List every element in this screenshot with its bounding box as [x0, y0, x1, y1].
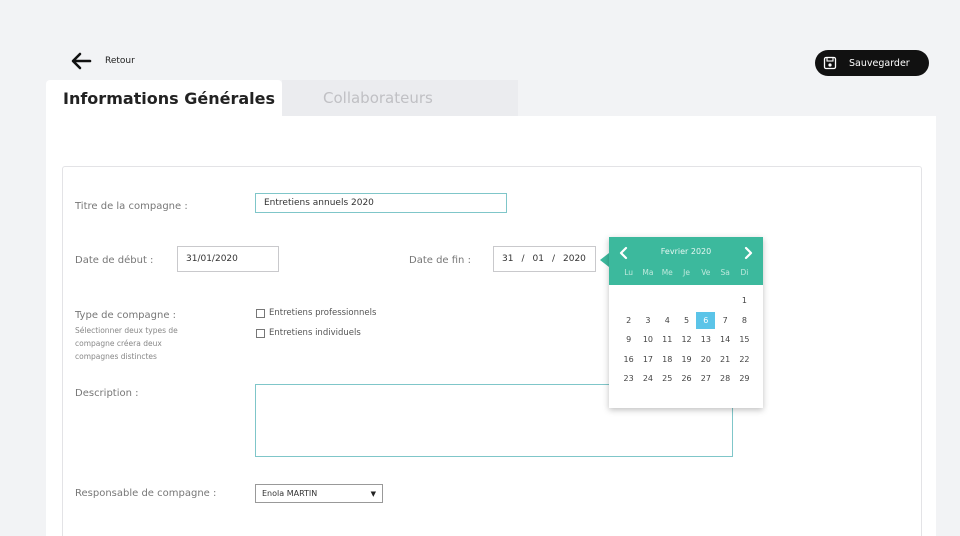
type-label: Type de compagne :: [75, 310, 177, 321]
calendar-day[interactable]: 4: [658, 312, 677, 329]
calendar-day[interactable]: 13: [696, 331, 715, 348]
description-label: Description :: [75, 388, 139, 399]
calendar-day[interactable]: 25: [658, 370, 677, 387]
tab-label: Collaborateurs: [323, 89, 433, 107]
weekday: Lu: [624, 268, 634, 277]
calendar-header: Fevrier 2020 Lu Ma Me Je Ve Sa Di: [609, 237, 763, 285]
calendar-day[interactable]: 1: [735, 292, 754, 309]
calendar-empty-cell: [619, 292, 638, 309]
calendar-day[interactable]: 27: [696, 370, 715, 387]
end-year: 2020: [563, 254, 586, 264]
calendar-day[interactable]: 3: [638, 312, 657, 329]
calendar-day[interactable]: 12: [677, 331, 696, 348]
calendar-day[interactable]: 18: [658, 351, 677, 368]
save-label: Sauvegarder: [849, 57, 910, 69]
option-entretiens-professionnels[interactable]: Entretiens professionnels: [256, 308, 376, 318]
calendar-day[interactable]: 16: [619, 351, 638, 368]
manager-select[interactable]: Enola MARTIN ▼: [255, 484, 383, 503]
weekday: Sa: [720, 268, 730, 277]
calendar-day[interactable]: 6: [696, 311, 716, 329]
type-hint: Sélectionner deux types de compagne crée…: [75, 326, 178, 361]
calendar-empty-cell: [696, 292, 715, 309]
checkbox[interactable]: [256, 308, 265, 318]
start-date-label: Date de début :: [75, 255, 154, 266]
manager-label: Responsable de compagne :: [75, 488, 217, 499]
calendar-day[interactable]: 24: [638, 370, 657, 387]
tab-informations-generales[interactable]: Informations Générales: [46, 80, 282, 116]
calendar-day[interactable]: 9: [619, 331, 638, 348]
weekday: Di: [740, 268, 749, 277]
calendar-empty-cell: [715, 292, 734, 309]
save-button[interactable]: Sauvegarder: [815, 50, 929, 76]
end-day: 31: [502, 254, 514, 264]
calendar-day[interactable]: 19: [677, 351, 696, 368]
calendar-day[interactable]: 2: [619, 312, 638, 329]
start-date-input[interactable]: 31/01/2020: [177, 246, 279, 272]
calendar-grid: 1 2 3 4 5 6 7 8 9 10 11 12 13 14 15 16 17 18 19 20 21 22 23 24 2…: [619, 291, 754, 389]
weekday: Ma: [642, 268, 654, 277]
calendar-day[interactable]: 7: [715, 312, 734, 329]
calendar-day[interactable]: 21: [715, 351, 734, 368]
calendar-day[interactable]: 26: [677, 370, 696, 387]
calendar-day[interactable]: 22: [735, 351, 754, 368]
calendar-empty-cell: [638, 292, 657, 309]
calendar-week: 23 24 25 26 27 28 29: [619, 369, 754, 389]
calendar-day[interactable]: 5: [677, 312, 696, 329]
back-label: Retour: [105, 56, 135, 66]
calendar-week: 9 10 11 12 13 14 15: [619, 330, 754, 350]
calendar-day[interactable]: 8: [735, 312, 754, 329]
option-label: Entretiens professionnels: [269, 308, 377, 318]
calendar-day[interactable]: 10: [638, 331, 657, 348]
calendar-empty-cell: [677, 292, 696, 309]
back-button[interactable]: Retour: [70, 50, 135, 72]
title-input[interactable]: Entretiens annuels 2020: [255, 193, 507, 213]
calendar-day[interactable]: 14: [715, 331, 734, 348]
option-entretiens-individuels[interactable]: Entretiens individuels: [256, 328, 361, 338]
tab-label: Informations Générales: [63, 88, 276, 108]
chevron-right-icon[interactable]: [741, 246, 755, 260]
calendar-day[interactable]: 15: [735, 331, 754, 348]
calendar-day[interactable]: 20: [696, 351, 715, 368]
date-separator: /: [551, 254, 555, 264]
calendar-pointer: [600, 253, 609, 267]
title-label: Titre de la compagne :: [75, 201, 188, 212]
caret-down-icon: ▼: [370, 489, 376, 498]
checkbox[interactable]: [256, 328, 265, 338]
floppy-disk-icon: [823, 56, 837, 70]
weekday: Je: [683, 268, 690, 277]
option-label: Entretiens individuels: [269, 328, 361, 338]
calendar-week: 1: [619, 291, 754, 311]
calendar-month: Fevrier 2020: [660, 247, 712, 256]
manager-value: Enola MARTIN: [262, 489, 318, 498]
calendar-day[interactable]: 29: [735, 370, 754, 387]
calendar-day[interactable]: 28: [715, 370, 734, 387]
calendar-week: 2345678: [619, 311, 754, 331]
calendar-day[interactable]: 11: [658, 331, 677, 348]
calendar-day[interactable]: 17: [638, 351, 657, 368]
date-picker: Fevrier 2020 Lu Ma Me Je Ve Sa Di 123456…: [609, 237, 763, 408]
weekday: Ve: [701, 268, 711, 277]
weekday: Me: [661, 268, 673, 277]
date-separator: /: [521, 254, 525, 264]
calendar-empty-cell: [658, 292, 677, 309]
calendar-weekdays: Lu Ma Me Je Ve Sa Di: [619, 268, 754, 277]
end-month: 01: [532, 254, 544, 264]
arrow-left-icon: [71, 52, 92, 70]
calendar-week: 16 17 18 19 20 21 22: [619, 350, 754, 370]
end-date-input[interactable]: 31 / 01 / 2020: [493, 246, 596, 272]
calendar-day[interactable]: 23: [619, 370, 638, 387]
end-date-label: Date de fin :: [409, 255, 471, 266]
tab-collaborateurs[interactable]: Collaborateurs: [282, 80, 518, 116]
